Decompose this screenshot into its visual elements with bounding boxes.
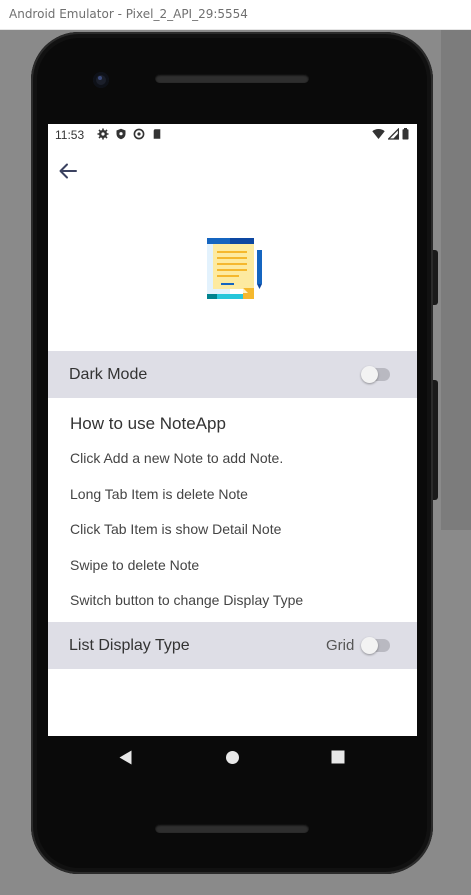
recents-square-icon[interactable] [331,750,345,764]
dark-mode-label: Dark Mode [69,366,148,383]
window-title: Android Emulator - Pixel_2_API_29:5554 [9,7,248,21]
how-to-title: How to use NoteApp [70,414,226,433]
list-item: Long Tab Item is delete Note [70,485,248,502]
dark-mode-switch[interactable] [361,366,390,383]
display-type-value: Grid [326,637,355,654]
how-to-list: Click Add a new Note to add Note. Long T… [70,450,303,628]
front-camera-icon [93,72,109,88]
bottom-speaker [155,824,309,833]
battery-icon [402,128,409,140]
app-screen: 11:53 Dark Mode How to use NoteApp Click… [48,124,417,736]
notes-document-icon [207,238,262,299]
list-item: Click Add a new Note to add Note. [70,450,284,466]
dark-mode-row[interactable]: Dark Mode [48,351,417,398]
system-nav-bar [48,736,417,782]
list-item: Swipe to delete Note [70,556,200,573]
display-type-row[interactable]: List Display Type Grid [48,622,417,669]
emulator-title-bar: Android Emulator - Pixel_2_API_29:5554 [0,0,471,30]
arrow-left-icon [59,163,77,179]
sync-circle-icon [133,128,145,140]
back-button[interactable] [58,161,78,181]
status-time: 11:53 [55,128,85,142]
status-bar: 11:53 [48,124,417,146]
settings-gear-icon [97,128,109,140]
wifi-icon [372,129,385,139]
switch-knob [361,637,378,654]
sd-card-icon [153,129,161,139]
home-circle-icon[interactable] [225,750,240,765]
display-type-switch[interactable] [361,637,390,654]
cellular-signal-icon [388,128,399,140]
list-item: Click Tab Item is show Detail Note [70,521,282,537]
shield-icon [116,128,126,140]
top-speaker [155,74,309,83]
volume-button[interactable] [433,380,438,500]
display-type-label: List Display Type [69,637,190,654]
power-button[interactable] [433,250,438,305]
back-triangle-icon[interactable] [119,750,132,765]
switch-knob [361,366,378,383]
